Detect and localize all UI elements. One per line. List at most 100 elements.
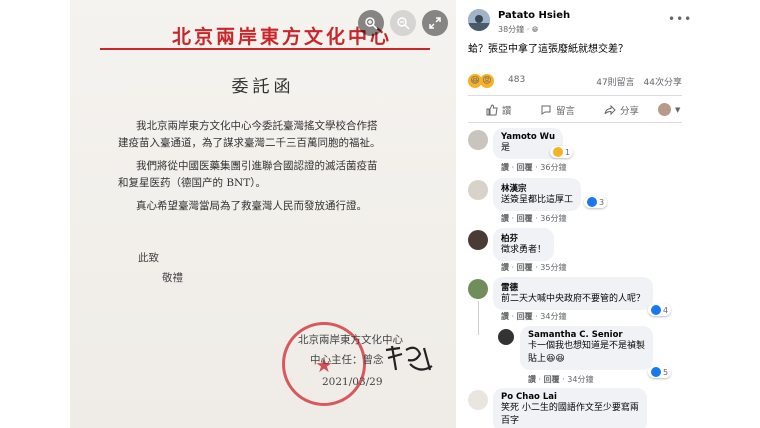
commenter-name[interactable]: 雷德 <box>501 281 645 293</box>
letter-paragraph-1: 我北京兩岸東方文化中心今委託臺灣搖文學校合作搭 建疫苗入臺通道，為了謀求臺灣二千… <box>118 118 381 152</box>
like-icon <box>486 104 498 116</box>
angry-reaction-icon[interactable]: 😡 <box>480 74 494 88</box>
comment-reply-link[interactable]: 回覆 <box>517 263 533 272</box>
comment-reactions[interactable]: 3 <box>584 196 608 208</box>
share-button[interactable]: 分享 <box>604 103 639 117</box>
commenter-name[interactable]: Samantha C. Senior <box>528 330 645 340</box>
share-label: 分享 <box>620 106 640 117</box>
fullscreen-button[interactable] <box>422 10 448 36</box>
comment-reply-link[interactable]: 回覆 <box>544 375 560 384</box>
photo-viewer[interactable]: 北京兩岸東方文化中心 委託函 我北京兩岸東方文化中心今委託臺灣搖文學校合作搭 建… <box>70 0 456 428</box>
letter-heading: 委託函 <box>231 77 295 97</box>
comment-avatar[interactable] <box>468 230 488 250</box>
zoom-in-button[interactable] <box>358 10 384 36</box>
reaction-count[interactable]: 483 <box>508 75 525 85</box>
letter-line: 建疫苗入臺通道，為了謀求臺灣二千三百萬同胞的福祉。 <box>118 137 381 149</box>
share-icon <box>604 104 616 116</box>
comment-bubble: Samantha C. Senior 卡一個我也想知道是不是禎製 貼上😆😆 <box>520 326 654 370</box>
letter-paragraph-3: 真心希望臺灣當局為了救臺灣人民而發放通行證。 <box>136 198 367 215</box>
comment-text-line: 貼上 <box>528 354 547 364</box>
comment-meta: 讚 · 回覆 · 36分鐘 <box>501 163 567 172</box>
comments-count[interactable]: 47則留言 <box>596 78 634 88</box>
comment-like-link[interactable]: 讚 <box>501 163 509 172</box>
comment-meta: 讚 · 回覆 · 35分鐘 <box>501 263 567 272</box>
comment-button[interactable]: 留言 <box>540 103 575 117</box>
reaction-count: 3 <box>599 197 605 207</box>
like-button[interactable]: 讚 <box>486 103 512 117</box>
more-icon: ••• <box>668 12 693 26</box>
comment-reply-link[interactable]: 回覆 <box>517 214 533 223</box>
comment-like-link[interactable]: 讚 <box>501 312 509 321</box>
zoom-in-icon <box>365 17 378 30</box>
comment-icon <box>541 105 551 115</box>
comment-reactions[interactable]: 4 <box>648 304 672 316</box>
reaction-count: 4 <box>663 305 669 315</box>
letter-line: 我北京兩岸東方文化中心今委託臺灣搖文學校合作搭 <box>136 120 378 132</box>
post-time-text: 38分鐘 · <box>498 25 532 34</box>
react-as-selector[interactable]: ▼ <box>658 103 680 116</box>
comment-time[interactable]: 36分鐘 <box>540 163 566 172</box>
emoji-icon: 😆😆 <box>546 354 565 364</box>
sign-person: 中心主任：曾念 <box>310 354 384 366</box>
comment-avatar[interactable] <box>468 180 488 200</box>
post-stats: 47則留言 44次分享 <box>596 75 682 88</box>
author-name[interactable]: Patato Hsieh <box>498 10 570 21</box>
letter-date: 2021/03/29 <box>322 376 383 388</box>
comment-reply-link[interactable]: 回覆 <box>517 312 533 321</box>
letter-document: 北京兩岸東方文化中心 委託函 我北京兩岸東方文化中心今委託臺灣搖文學校合作搭 建… <box>70 0 456 428</box>
zoom-out-button[interactable] <box>390 10 416 36</box>
author-avatar[interactable] <box>468 9 490 31</box>
comment-text: 貼上😆😆 <box>528 353 645 366</box>
comment-avatar[interactable] <box>468 130 488 150</box>
avatar <box>658 103 671 116</box>
comment-avatar[interactable] <box>468 390 488 410</box>
comment-bubble: 雷德 前二天大喊中央政府不要管的人呢？ <box>493 277 654 310</box>
comment-text: 笑死 小二生的國語作文至少要寫兩 <box>501 403 639 413</box>
comment-avatar[interactable] <box>468 279 488 299</box>
comment-bubble: 林漢宗 送簽呈都比這厚工 <box>493 178 582 211</box>
comment-like-link[interactable]: 讚 <box>501 214 509 223</box>
comment-time[interactable]: 34分鐘 <box>567 375 593 384</box>
closing-2: 敬禮 <box>162 272 183 284</box>
letter-line: 和复星医药（德国产的 BNT）。 <box>118 177 266 189</box>
post-panel: Patato Hsieh 38分鐘 · 🌐︎ ••• 蛤？張亞中拿了這張廢紙就想… <box>456 0 692 428</box>
divider <box>468 95 682 96</box>
comment-time[interactable]: 35分鐘 <box>540 263 566 272</box>
shares-count[interactable]: 44次分享 <box>644 78 682 88</box>
like-reaction-icon <box>587 197 597 207</box>
comment-reactions[interactable]: 5 <box>648 366 672 378</box>
reaction-count: 5 <box>663 367 669 377</box>
comment-text: 卡一個我也想知道是不是禎製 <box>528 341 646 351</box>
like-reaction-icon <box>651 367 661 377</box>
comment-meta: 讚 · 回覆 · 36分鐘 <box>501 214 567 223</box>
divider <box>468 122 682 123</box>
globe-icon: 🌐︎ <box>531 25 539 34</box>
comment-like-link[interactable]: 讚 <box>528 375 536 384</box>
comment-text: 徵求勇者！ <box>501 245 547 255</box>
haha-reaction-icon <box>553 147 563 157</box>
commenter-name[interactable]: 柏芬 <box>501 232 546 244</box>
handwritten-signature <box>385 345 433 371</box>
more-options-button[interactable]: ••• <box>668 12 692 26</box>
like-reaction-icon <box>651 305 661 315</box>
reply-thread-line <box>478 301 479 335</box>
comment-time[interactable]: 36分鐘 <box>540 214 566 223</box>
comment-reactions[interactable]: 1 <box>550 146 574 158</box>
post-time[interactable]: 38分鐘 · 🌐︎ <box>498 24 538 35</box>
letter-line: 我們將從中國医藥集團引進聯合國認證的滅活菌疫苗 <box>136 160 378 172</box>
letterhead-divider <box>100 48 430 50</box>
comment-avatar[interactable] <box>498 329 514 345</box>
comment-time[interactable]: 34分鐘 <box>540 312 566 321</box>
comment-label: 留言 <box>556 106 576 117</box>
comment-bubble: 柏芬 徵求勇者！ <box>493 228 555 261</box>
comment-text: 前二天大喊中央政府不要管的人呢？ <box>501 294 646 304</box>
commenter-name[interactable]: Yamoto Wu <box>501 132 555 142</box>
commenter-name[interactable]: Po Chao Lai <box>501 392 639 402</box>
commenter-name[interactable]: 林漢宗 <box>501 182 573 194</box>
letter-org-title: 北京兩岸東方文化中心 <box>171 26 392 48</box>
comment-reply-link[interactable]: 回覆 <box>517 163 533 172</box>
comment-meta: 讚 · 回覆 · 34分鐘 <box>501 312 567 321</box>
comment-text: 是 <box>501 143 511 153</box>
comment-like-link[interactable]: 讚 <box>501 263 509 272</box>
reaction-count: 1 <box>565 147 571 157</box>
